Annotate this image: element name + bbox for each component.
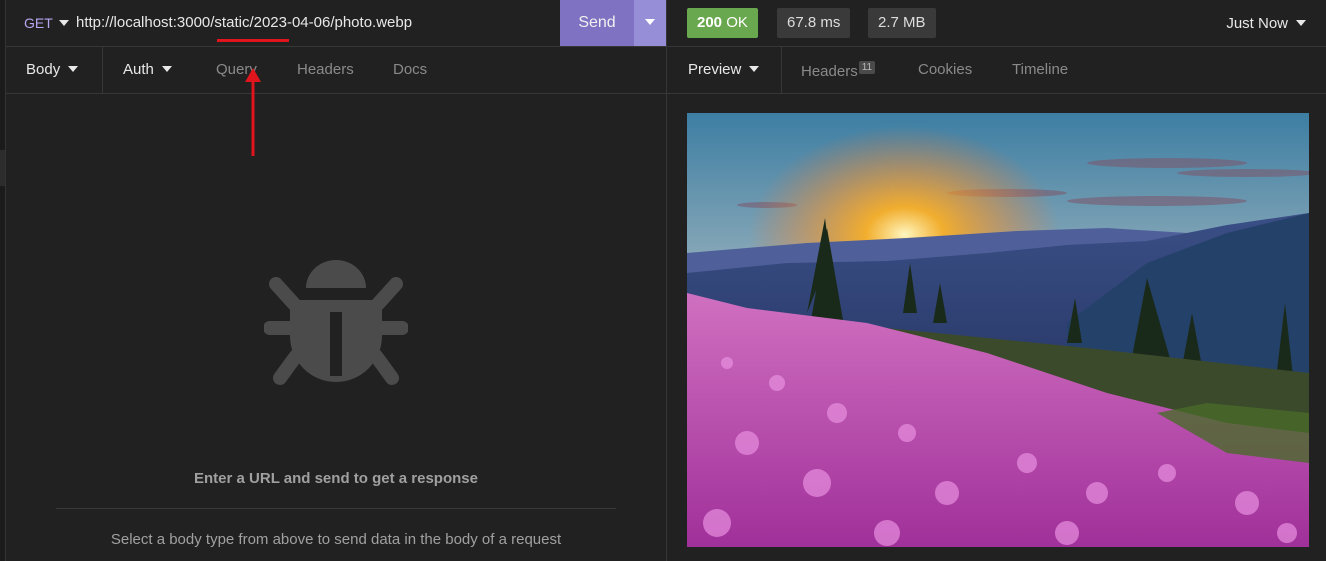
- method-select[interactable]: GET: [24, 15, 69, 31]
- tab-cookies[interactable]: Cookies: [918, 61, 972, 78]
- response-status-bar: 200 OK 67.8 ms 2.7 MB Just Now: [667, 0, 1326, 47]
- empty-state-hint: Select a body type from above to send da…: [110, 531, 562, 548]
- tab-timeline[interactable]: Timeline: [1012, 61, 1068, 78]
- caret-down-icon: [749, 66, 760, 72]
- tab-response-headers[interactable]: Headers 11: [801, 61, 876, 80]
- caret-down-icon: [161, 66, 172, 72]
- annotation-underline: [217, 39, 289, 42]
- url-input[interactable]: http://localhost:3000/static/2023-04-06/…: [76, 14, 412, 31]
- caret-down-icon: [645, 19, 655, 25]
- tab-auth[interactable]: Auth: [123, 61, 172, 78]
- response-image-preview: [687, 113, 1309, 547]
- headers-count-badge: 11: [858, 61, 876, 74]
- empty-state-title: Enter a URL and send to get a response: [194, 470, 478, 487]
- size-badge: 2.7 MB: [868, 8, 936, 38]
- sidebar-marker: [0, 150, 5, 186]
- tab-label: Body: [26, 61, 61, 78]
- time-badge: 67.8 ms: [777, 8, 851, 38]
- tab-label: Auth: [123, 61, 154, 78]
- status-badge: 200 OK: [687, 8, 758, 38]
- method-label: GET: [24, 15, 53, 31]
- url-bar: GET http://localhost:3000/static/2023-04…: [6, 0, 666, 47]
- response-tabs: Preview Headers 11 Cookies Timeline: [667, 47, 1326, 94]
- tab-label: Headers: [801, 63, 858, 80]
- divider: [56, 508, 616, 509]
- caret-down-icon: [58, 20, 69, 26]
- history-dropdown[interactable]: Just Now: [1226, 15, 1306, 32]
- history-label: Just Now: [1226, 15, 1288, 32]
- tab-docs[interactable]: Docs: [393, 61, 427, 78]
- tab-label: Preview: [688, 61, 742, 78]
- bug-icon: [264, 260, 408, 385]
- send-options-button[interactable]: [634, 0, 666, 46]
- caret-down-icon: [1296, 20, 1306, 26]
- status-text: OK: [726, 14, 748, 31]
- request-pane: GET http://localhost:3000/static/2023-04…: [6, 0, 666, 561]
- request-tabs: Body Auth Query Headers Docs: [6, 47, 666, 94]
- tab-headers[interactable]: Headers: [297, 61, 354, 78]
- tab-preview[interactable]: Preview: [688, 61, 760, 78]
- response-pane: 200 OK 67.8 ms 2.7 MB Just Now Preview H…: [667, 0, 1326, 561]
- send-button[interactable]: Send: [560, 0, 634, 46]
- status-code: 200: [697, 14, 723, 31]
- tab-body[interactable]: Body: [26, 61, 79, 78]
- arrow-up-icon: [245, 68, 261, 156]
- caret-down-icon: [68, 66, 79, 72]
